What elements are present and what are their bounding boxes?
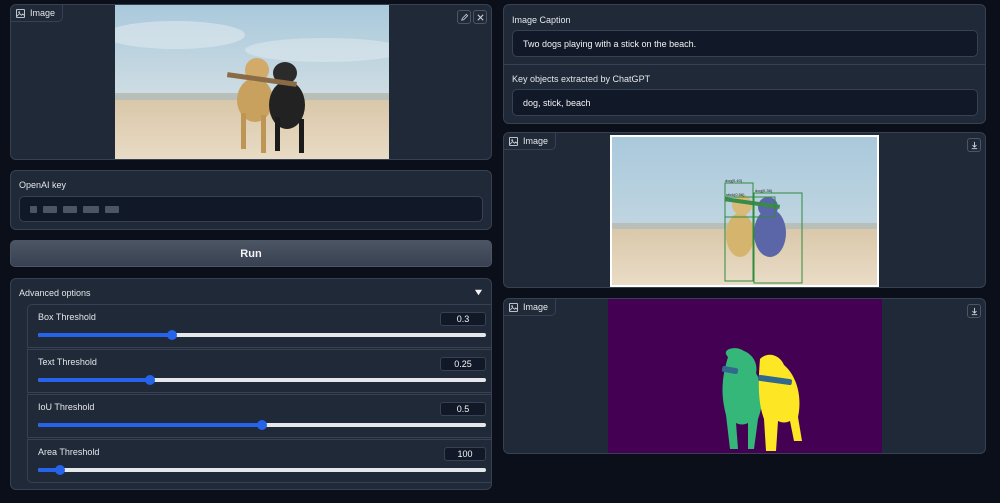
mask-image-tag: Image xyxy=(504,299,557,316)
run-button[interactable]: Run xyxy=(10,240,492,267)
caption-panel: Image Caption Two dogs playing with a st… xyxy=(503,4,986,124)
edit-image-button[interactable] xyxy=(457,10,471,24)
openai-key-input[interactable] xyxy=(19,196,483,222)
iou-threshold-slider: IoU Threshold 0.5 xyxy=(27,394,491,438)
area-threshold-label: Area Threshold xyxy=(38,447,100,457)
text-threshold-value[interactable]: 0.25 xyxy=(440,357,486,371)
openai-key-panel: OpenAI key xyxy=(10,170,492,230)
box-threshold-thumb[interactable] xyxy=(167,330,178,340)
openai-key-label: OpenAI key xyxy=(19,180,67,190)
box-threshold-slider: Box Threshold 0.3 xyxy=(27,304,491,348)
mask-image-label: Image xyxy=(523,302,549,312)
detection-photo: dog(0.40) stick(0.56) dog(0.36) xyxy=(610,135,879,287)
box-label-dog-2: dog(0.36) xyxy=(755,188,773,193)
area-threshold-value[interactable]: 100 xyxy=(444,447,486,461)
triangle-down-icon[interactable] xyxy=(474,288,483,297)
download-icon xyxy=(971,307,977,315)
caption-divider xyxy=(504,64,985,65)
image-icon xyxy=(509,302,518,312)
download-icon xyxy=(971,141,977,149)
image-icon xyxy=(16,8,25,18)
detection-image-tag: Image xyxy=(504,133,557,150)
box-threshold-label: Box Threshold xyxy=(38,312,96,322)
box-threshold-value[interactable]: 0.3 xyxy=(440,312,486,326)
input-image-label: Image xyxy=(30,8,56,18)
masked-key xyxy=(30,205,119,213)
mask-output-panel: Image xyxy=(503,298,986,454)
download-mask-button[interactable] xyxy=(967,304,981,318)
mask-image xyxy=(608,299,882,453)
iou-threshold-thumb[interactable] xyxy=(257,420,267,430)
close-icon xyxy=(476,13,484,21)
text-threshold-slider: Text Threshold 0.25 xyxy=(27,349,491,393)
text-threshold-label: Text Threshold xyxy=(38,357,97,367)
image-icon xyxy=(509,136,518,146)
key-objects-output[interactable]: dog, stick, beach xyxy=(512,89,978,116)
box-threshold-track[interactable] xyxy=(38,330,486,340)
text-threshold-thumb[interactable] xyxy=(145,375,155,385)
detection-output-panel: Image dog(0.40) stick(0.56) dog(0.36) xyxy=(503,132,986,288)
area-threshold-track[interactable] xyxy=(38,465,486,475)
advanced-options-title[interactable]: Advanced options xyxy=(19,288,91,298)
area-threshold-thumb[interactable] xyxy=(55,465,66,475)
key-objects-label: Key objects extracted by ChatGPT xyxy=(512,74,651,84)
download-detection-button[interactable] xyxy=(967,138,981,152)
iou-threshold-value[interactable]: 0.5 xyxy=(440,402,486,416)
detection-image-label: Image xyxy=(523,136,549,146)
clear-image-button[interactable] xyxy=(473,10,487,24)
input-image-panel[interactable]: Image xyxy=(10,4,492,160)
advanced-options-panel: Advanced options Box Threshold 0.3 Text … xyxy=(10,278,492,490)
input-photo xyxy=(115,5,389,159)
text-threshold-track[interactable] xyxy=(38,375,486,385)
iou-threshold-track[interactable] xyxy=(38,420,486,430)
caption-label: Image Caption xyxy=(512,15,571,25)
pencil-icon xyxy=(460,13,468,21)
input-image-tag: Image xyxy=(11,5,64,22)
caption-output[interactable]: Two dogs playing with a stick on the bea… xyxy=(512,30,978,57)
box-label-stick: stick(0.56) xyxy=(726,192,745,197)
iou-threshold-label: IoU Threshold xyxy=(38,402,95,412)
area-threshold-slider: Area Threshold 100 xyxy=(27,439,491,483)
box-label-dog-1: dog(0.40) xyxy=(725,178,743,183)
